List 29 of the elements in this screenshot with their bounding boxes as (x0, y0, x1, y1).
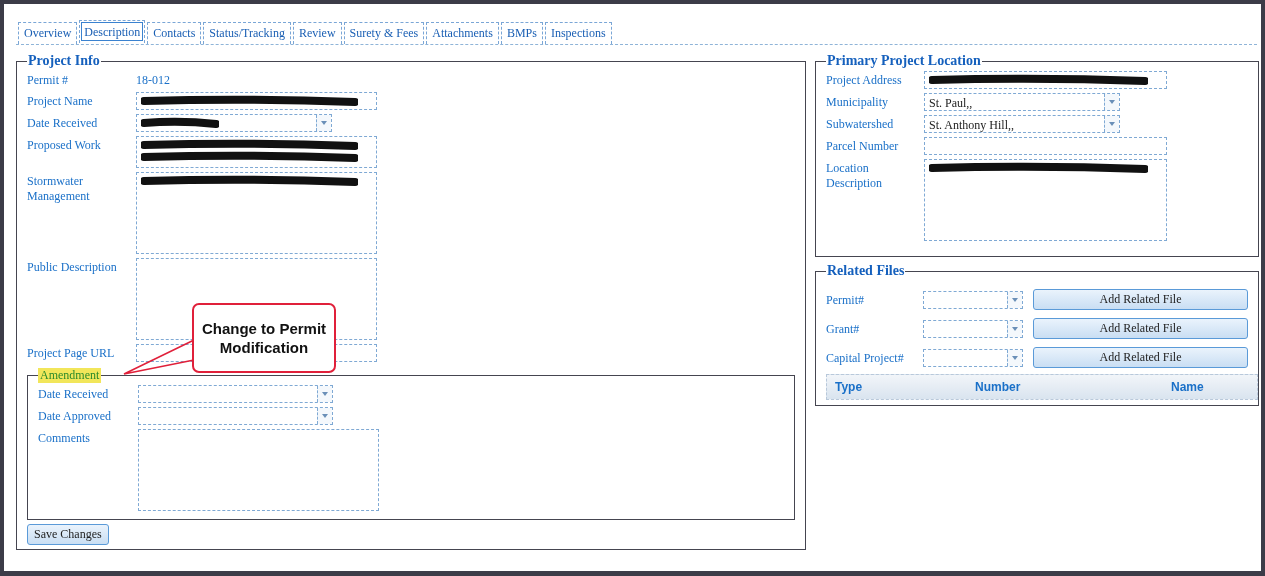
field-label: Stormwater Management (27, 173, 91, 204)
field-label: Project Name (27, 93, 94, 109)
field-label: Grant# (826, 321, 861, 337)
field-label: Permit# (826, 292, 865, 308)
field-value: St. Anthony Hill,, (929, 118, 1014, 133)
column-header: Name (1170, 380, 1205, 394)
field-label: Comments (38, 430, 91, 446)
section-title: Related Files (826, 263, 906, 279)
field-label: Parcel Number (826, 138, 900, 154)
field-label: Date Received (38, 386, 110, 402)
field-value: St. Paul,, (929, 96, 973, 111)
field-label: Permit # (27, 72, 69, 88)
column-header: Type (834, 380, 864, 394)
column-header: Number (974, 380, 1022, 394)
field-label: Municipality (826, 94, 889, 110)
section-title: Project Info (27, 53, 101, 69)
section-title: Amendment (38, 368, 102, 383)
callout: Change to Permit Modification (192, 303, 336, 373)
field-label: Date Received (27, 115, 99, 131)
permit-number: 18-012 (136, 72, 171, 88)
field-label: Proposed Work (27, 137, 102, 153)
field-label: Subwatershed (826, 116, 895, 132)
field-label: Capital Project# (826, 350, 905, 366)
field-label: Location Description (826, 160, 883, 191)
section-title: Primary Project Location (826, 53, 982, 69)
field-label: Project Address (826, 72, 903, 88)
field-label: Date Approved (38, 408, 112, 424)
field-label: Project Page URL (27, 345, 116, 361)
field-label: Public Description (27, 259, 118, 275)
